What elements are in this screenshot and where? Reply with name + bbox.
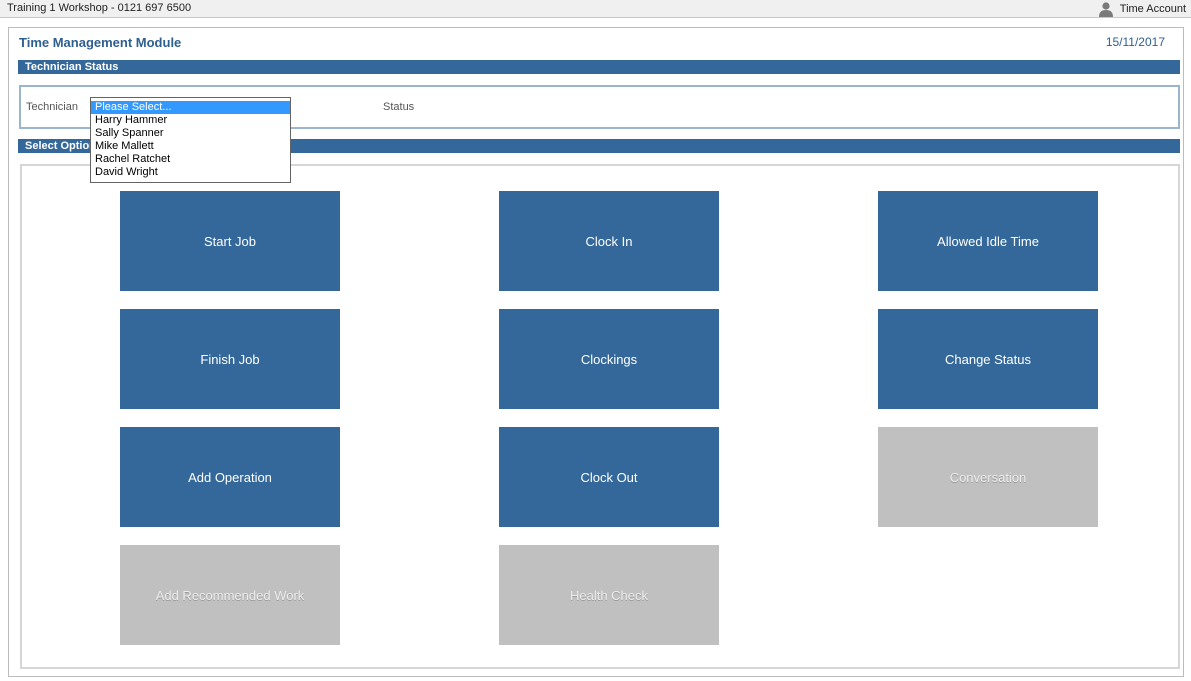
add-operation-button[interactable]: Add Operation	[120, 427, 340, 527]
technician-status-header: Technician Status	[18, 60, 1180, 74]
start-job-button[interactable]: Start Job	[120, 191, 340, 291]
finish-job-button[interactable]: Finish Job	[120, 309, 340, 409]
technician-option-mike-mallett[interactable]: Mike Mallett	[91, 140, 290, 153]
technician-option-please-select[interactable]: Please Select...	[91, 101, 290, 114]
title-bar: Training 1 Workshop - 0121 697 6500 Time…	[0, 0, 1191, 18]
user-icon	[1098, 2, 1113, 17]
technician-label: Technician	[26, 101, 78, 113]
module-title: Time Management Module	[19, 35, 182, 50]
technician-option-sally-spanner[interactable]: Sally Spanner	[91, 127, 290, 140]
module-date: 15/11/2017	[1105, 35, 1165, 49]
status-label: Status	[383, 101, 415, 113]
window-title: Training 1 Workshop - 0121 697 6500	[7, 2, 192, 14]
technician-dropdown-list[interactable]: Please Select... Harry Hammer Sally Span…	[90, 97, 291, 183]
clockings-button[interactable]: Clockings	[499, 309, 719, 409]
clock-out-button[interactable]: Clock Out	[499, 427, 719, 527]
technician-option-david-wright[interactable]: David Wright	[91, 166, 290, 179]
technician-option-rachel-ratchet[interactable]: Rachel Ratchet	[91, 153, 290, 166]
time-account-label: Time Account	[1119, 3, 1186, 15]
add-recommended-work-button: Add Recommended Work	[120, 545, 340, 645]
allowed-idle-time-button[interactable]: Allowed Idle Time	[878, 191, 1098, 291]
change-status-button[interactable]: Change Status	[878, 309, 1098, 409]
health-check-button: Health Check	[499, 545, 719, 645]
conversation-button: Conversation	[878, 427, 1098, 527]
clock-in-button[interactable]: Clock In	[499, 191, 719, 291]
technician-option-harry-hammer[interactable]: Harry Hammer	[91, 114, 290, 127]
options-panel: Start Job Clock In Allowed Idle Time Fin…	[20, 164, 1180, 669]
time-account-link[interactable]: Time Account	[1098, 1, 1186, 17]
